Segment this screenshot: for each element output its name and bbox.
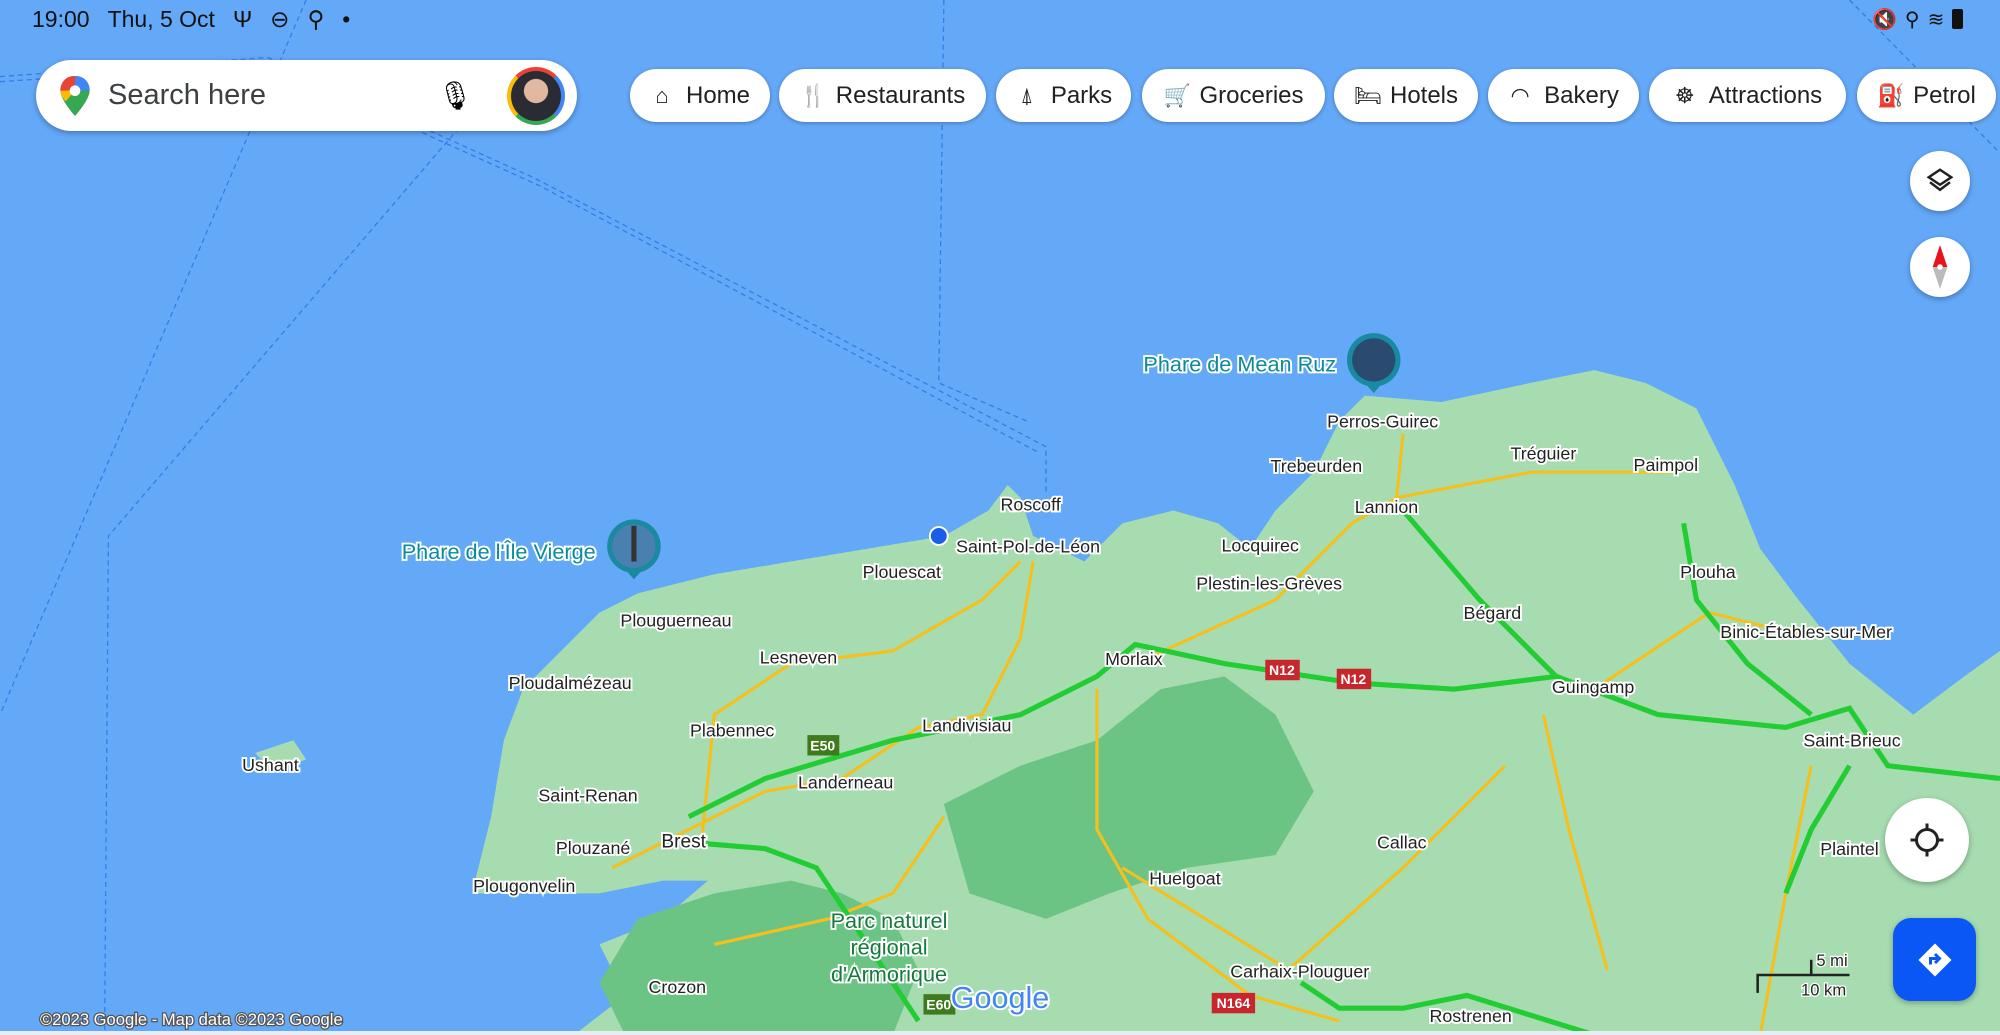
dot-icon: • [342, 5, 351, 32]
directions-button[interactable] [1893, 918, 1976, 1001]
place-label[interactable]: Plestin-les-Grèves [1194, 572, 1344, 596]
search-bar[interactable]: Search here 🎙 [36, 60, 577, 131]
road-badge-n12: N12 [1265, 659, 1300, 681]
road-badge-n12: N12 [1336, 668, 1372, 690]
poi-label: Phare de Mean Ruz [1143, 351, 1336, 376]
place-label[interactable]: Brest [659, 829, 708, 854]
clock: 19:00 [32, 5, 90, 32]
navigation-bar [0, 1031, 2000, 1035]
place-label[interactable]: Plouha [1678, 560, 1737, 584]
tree-icon: ⍋ [1020, 82, 1034, 108]
svg-text:10 km: 10 km [1801, 980, 1846, 999]
place-label[interactable]: Plouescat [861, 560, 943, 584]
chip-petrol[interactable]: ⛽ Petrol [1857, 69, 1996, 122]
layers-button[interactable] [1910, 151, 1970, 211]
chip-restaurants[interactable]: 🍴 Restaurants [779, 69, 986, 122]
chip-home[interactable]: ⌂ Home [630, 69, 770, 122]
attractions-icon: ☸ [1674, 82, 1695, 108]
place-label[interactable]: Crozon [647, 975, 708, 999]
svg-text:d'Armorique: d'Armorique [831, 961, 947, 986]
svg-text:E60: E60 [926, 996, 951, 1012]
place-label[interactable]: Landerneau [796, 771, 895, 795]
place-label[interactable]: Plouguerneau [619, 609, 734, 633]
place-label[interactable]: Perros-Guirec [1325, 410, 1440, 434]
place-label[interactable]: Roscoff [999, 493, 1063, 517]
petrol-icon: ⛽ [1877, 82, 1905, 108]
svg-text:régional: régional [850, 935, 927, 960]
svg-text:N164: N164 [1217, 995, 1251, 1011]
place-label[interactable]: Landivisiau [920, 713, 1013, 737]
battery-icon [1952, 9, 1964, 29]
do-not-disturb-icon: ⊖ [270, 5, 290, 32]
chip-attractions[interactable]: ☸ Attractions [1649, 69, 1846, 122]
crosshair-icon [1910, 823, 1944, 857]
place-label[interactable]: Saint-Brieuc [1801, 729, 1902, 753]
location-icon: ⚲ [1904, 8, 1920, 31]
search-input[interactable]: Search here [108, 79, 437, 112]
cart-icon: 🛒 [1163, 82, 1191, 108]
usb-icon: Ψ [232, 5, 253, 32]
copyright: ©2023 Google - Map data ©2023 Google [40, 1010, 343, 1029]
place-label[interactable]: Trebeurden [1269, 454, 1364, 478]
place-label[interactable]: Plaintel [1818, 837, 1880, 861]
compass-icon [1932, 245, 1948, 289]
layers-icon [1926, 168, 1954, 192]
svg-text:N12: N12 [1340, 671, 1366, 687]
chip-bakery[interactable]: ◠ Bakery [1488, 69, 1639, 122]
place-label[interactable]: Morlaix [1103, 647, 1164, 671]
google-maps-pin-icon [60, 75, 90, 116]
chip-hotels[interactable]: 🛏 Hotels [1334, 69, 1478, 122]
place-label[interactable]: Bégard [1462, 601, 1523, 625]
place-label[interactable]: Tréguier [1509, 442, 1579, 466]
map-canvas[interactable]: Roscoff Saint-Pol-de-Léon Plouescat Plou… [0, 0, 2000, 1035]
restaurant-icon: 🍴 [799, 82, 828, 108]
chip-groceries[interactable]: 🛒 Groceries [1142, 69, 1325, 122]
svg-text:N12: N12 [1269, 662, 1295, 678]
place-label[interactable]: Locquirec [1220, 533, 1301, 557]
mute-icon: 🔇 [1872, 8, 1897, 31]
place-label[interactable]: Plabennec [688, 718, 776, 742]
chip-parks[interactable]: ⍋ Parks [996, 69, 1131, 122]
place-label[interactable]: Lesneven [758, 646, 839, 670]
svg-text:Parc naturel: Parc naturel [831, 908, 948, 933]
place-label[interactable]: Paimpol [1632, 453, 1700, 477]
bakery-icon: ◠ [1510, 82, 1530, 108]
microphone-icon[interactable]: 🎙 [437, 79, 473, 112]
google-logo: Google [951, 981, 1050, 1015]
poi-label: Phare de l'Île Vierge [402, 539, 596, 564]
date: Thu, 5 Oct [107, 5, 215, 32]
wifi-icon: ≋ [1927, 8, 1945, 31]
location-icon: ⚲ [307, 5, 325, 32]
place-label[interactable]: Ushant [240, 753, 300, 777]
place-label[interactable]: Binic-Étables-sur-Mer [1718, 620, 1894, 644]
poi-phare-de-lile-vierge[interactable]: Phare de l'Île Vierge [400, 519, 661, 580]
place-label[interactable]: Callac [1375, 831, 1429, 855]
current-location-dot [928, 526, 949, 546]
place-label[interactable]: Rostrenen [1428, 1004, 1514, 1028]
bed-icon: 🛏 [1353, 82, 1382, 108]
road-badge-n164: N164 [1211, 992, 1256, 1014]
place-label[interactable]: Plouzané [554, 836, 632, 860]
place-label[interactable]: Saint-Renan [536, 784, 639, 808]
place-label[interactable]: Saint-Pol-de-Léon [954, 535, 1102, 559]
home-icon: ⌂ [655, 82, 669, 108]
place-label[interactable]: Huelgoat [1147, 866, 1222, 890]
place-label[interactable]: Plougonvelin [471, 874, 577, 898]
my-location-button[interactable] [1885, 798, 1969, 882]
svg-text:5 mi: 5 mi [1816, 951, 1847, 970]
place-label[interactable]: Carhaix-Plouguer [1228, 960, 1371, 984]
status-bar-right: 🔇 ⚲ ≋ [1872, 4, 1981, 34]
directions-icon [1918, 943, 1951, 976]
place-label[interactable]: Ploudalmézeau [507, 671, 634, 695]
status-bar-left: 19:00 Thu, 5 Oct Ψ ⊖ ⚲ • [32, 4, 368, 34]
road-badge-e50: E50 [807, 735, 840, 756]
place-label[interactable]: Lannion [1353, 495, 1420, 519]
compass-button[interactable] [1910, 237, 1970, 297]
avatar[interactable] [507, 66, 565, 125]
svg-text:E50: E50 [810, 737, 835, 753]
poi-phare-de-mean-ruz[interactable]: Phare de Mean Ruz [1142, 333, 1401, 394]
place-label[interactable]: Guingamp [1550, 675, 1636, 699]
